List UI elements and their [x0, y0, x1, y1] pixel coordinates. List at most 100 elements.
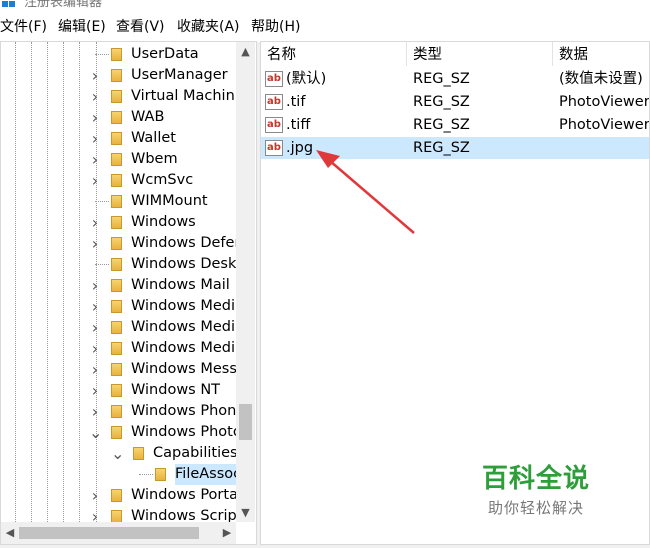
- tree-item[interactable]: ⌄ Windows Photo: [1, 422, 237, 443]
- tree-item-label: Virtual Machin: [131, 88, 235, 104]
- watermark-subtitle: 助你轻松解决: [488, 499, 585, 517]
- tree-item[interactable]: › WcmSvc: [1, 170, 237, 191]
- tree-item[interactable]: Windows Desk: [1, 254, 237, 275]
- tree-item[interactable]: › Windows Medi: [1, 296, 237, 317]
- tree-item[interactable]: › Virtual Machin: [1, 86, 237, 107]
- watermark: 百科全说 助你轻松解决: [482, 458, 590, 518]
- expand-chevron-icon[interactable]: ›: [89, 212, 101, 233]
- folder-icon: [111, 153, 122, 166]
- tree-item-label: Capabilities: [153, 445, 237, 461]
- tree-item[interactable]: › UserManager: [1, 65, 237, 86]
- tree-hscroll-thumb[interactable]: [19, 527, 199, 539]
- value-type: REG_SZ: [413, 117, 470, 133]
- expand-chevron-icon[interactable]: ›: [89, 401, 101, 422]
- tree-item[interactable]: › Windows Medi: [1, 338, 237, 359]
- expand-chevron-icon[interactable]: ›: [89, 296, 101, 317]
- column-header-name[interactable]: 名称: [261, 42, 407, 66]
- tree-item-label: Windows Mess: [131, 361, 237, 377]
- expand-chevron-icon[interactable]: ›: [89, 149, 101, 170]
- tree-item[interactable]: › Windows Phon: [1, 401, 237, 422]
- tree-item[interactable]: › Windows Mail: [1, 275, 237, 296]
- tree-item[interactable]: › WAB: [1, 107, 237, 128]
- folder-icon: [133, 447, 144, 460]
- value-type: REG_SZ: [413, 94, 470, 110]
- expand-chevron-icon[interactable]: ›: [89, 275, 101, 296]
- title-bar: 注册表编辑器: [0, 0, 650, 12]
- scroll-down-icon[interactable]: ▼: [236, 503, 255, 522]
- expand-chevron-icon[interactable]: ›: [89, 233, 101, 254]
- tree-item[interactable]: FileAssoc: [1, 464, 237, 485]
- tree-item-label: UserData: [131, 46, 199, 62]
- tree-item[interactable]: › Windows: [1, 212, 237, 233]
- column-header-type[interactable]: 类型: [407, 42, 553, 66]
- tree-item-label: UserManager: [131, 67, 228, 83]
- expand-chevron-icon[interactable]: ›: [89, 65, 101, 86]
- string-value-icon: ab: [265, 117, 283, 133]
- string-value-icon: ab: [265, 94, 283, 110]
- expand-chevron-icon[interactable]: ›: [89, 317, 101, 338]
- tree-item-label: Windows Mail: [131, 277, 230, 293]
- menu-file[interactable]: 文件(F): [0, 12, 47, 42]
- tree-item-label: WcmSvc: [131, 172, 194, 188]
- expand-chevron-icon[interactable]: ›: [89, 86, 101, 107]
- folder-icon: [111, 384, 122, 397]
- folder-icon: [155, 468, 166, 481]
- tree-item-label: Windows Phon: [131, 403, 237, 419]
- value-row[interactable]: ab .tif REG_SZ PhotoViewer.: [261, 91, 649, 113]
- tree-item-label: Windows Medi: [131, 340, 235, 356]
- menu-view[interactable]: 查看(V): [116, 12, 165, 42]
- tree-item[interactable]: UserData: [1, 44, 237, 65]
- menu-favorites[interactable]: 收藏夹(A): [177, 12, 240, 42]
- tree-item[interactable]: › Windows Defer: [1, 233, 237, 254]
- value-name: .tiff: [286, 117, 311, 133]
- tree-item[interactable]: › Windows NT: [1, 380, 237, 401]
- menu-help[interactable]: 帮助(H): [251, 12, 300, 42]
- expand-chevron-icon[interactable]: ›: [89, 128, 101, 149]
- folder-icon: [111, 489, 122, 502]
- value-row[interactable]: ab (默认) REG_SZ (数值未设置): [261, 68, 649, 90]
- expand-chevron-icon[interactable]: ›: [89, 338, 101, 359]
- value-row[interactable]: ab .jpg REG_SZ: [261, 137, 649, 159]
- menu-bar: 文件(F) 编辑(E) 查看(V) 收藏夹(A) 帮助(H): [0, 12, 650, 43]
- window-title: 注册表编辑器: [24, 0, 103, 10]
- value-row[interactable]: ab .tiff REG_SZ PhotoViewer.: [261, 114, 649, 136]
- value-data: (数值未设置): [559, 71, 643, 87]
- tree-scroll-thumb[interactable]: [239, 404, 252, 440]
- tree-horizontal-scrollbar[interactable]: ◀ ▶: [1, 522, 236, 544]
- tree-item[interactable]: › Windows Medi: [1, 317, 237, 338]
- expand-chevron-icon[interactable]: ›: [89, 380, 101, 401]
- registry-tree-pane[interactable]: UserData › UserManager › Virtual Machin › WAB ›…: [0, 41, 257, 545]
- expand-chevron-icon[interactable]: ›: [89, 485, 101, 506]
- folder-icon: [111, 174, 122, 187]
- column-header-data[interactable]: 数据: [553, 42, 649, 66]
- collapse-chevron-icon[interactable]: ⌄: [89, 422, 102, 443]
- tree-item[interactable]: ⌄ Capabilities: [1, 443, 237, 464]
- tree-item[interactable]: › Windows Porta: [1, 485, 237, 506]
- scroll-left-icon[interactable]: ◀: [1, 522, 19, 544]
- value-name: .jpg: [286, 140, 314, 156]
- value-type: REG_SZ: [413, 71, 470, 87]
- tree-item-label: Windows Medi: [131, 319, 235, 335]
- tree-item-label: Windows Porta: [131, 487, 237, 503]
- folder-icon: [111, 405, 122, 418]
- menu-edit[interactable]: 编辑(E): [58, 12, 106, 42]
- tree-item-label: Windows: [131, 214, 196, 230]
- value-type: REG_SZ: [413, 140, 470, 156]
- expand-chevron-icon[interactable]: ›: [89, 107, 101, 128]
- expand-chevron-icon[interactable]: ›: [89, 359, 101, 380]
- tree-item-label: FileAssoc: [175, 464, 237, 485]
- folder-icon: [111, 111, 122, 124]
- tree-item[interactable]: › Windows Mess: [1, 359, 237, 380]
- scroll-right-icon[interactable]: ▶: [218, 522, 236, 544]
- collapse-chevron-icon[interactable]: ⌄: [111, 443, 124, 464]
- folder-icon: [111, 300, 122, 313]
- tree-item[interactable]: › Wallet: [1, 128, 237, 149]
- tree-item[interactable]: WIMMount: [1, 191, 237, 212]
- tree-vertical-scrollbar[interactable]: ▲ ▼: [236, 42, 255, 522]
- folder-icon: [111, 237, 122, 250]
- expand-chevron-icon[interactable]: ›: [89, 170, 101, 191]
- tree-item[interactable]: › Wbem: [1, 149, 237, 170]
- folder-icon: [111, 69, 122, 82]
- scroll-up-icon[interactable]: ▲: [236, 42, 255, 61]
- registry-values-pane[interactable]: 名称 类型 数据 ab (默认) REG_SZ (数值未设置) ab .tif REG_SZ…: [260, 41, 650, 545]
